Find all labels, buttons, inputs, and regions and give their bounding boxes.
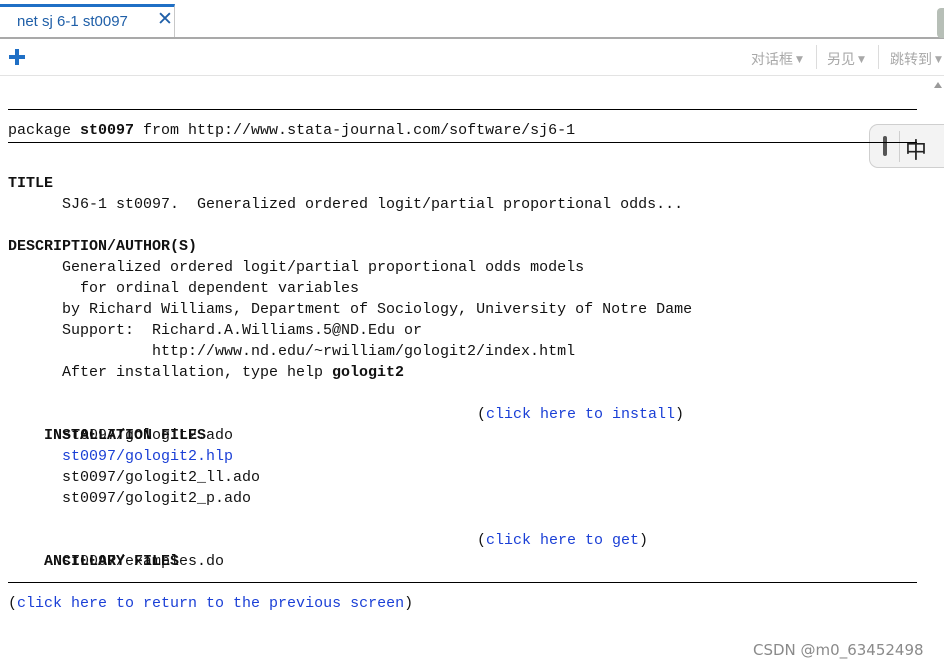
install-file-link: st0097/gologit2.hlp xyxy=(8,446,918,467)
paren-close: ) xyxy=(675,406,685,423)
tab-net-sj-st0097[interactable]: net sj 6-1 st0097 ✕ xyxy=(0,4,175,37)
paren-close: ) xyxy=(404,595,414,612)
paren-open: ( xyxy=(477,532,487,549)
paren-open: ( xyxy=(8,595,18,612)
divider xyxy=(8,142,917,143)
paren-open: ( xyxy=(477,406,487,423)
dialog-menu[interactable]: 对话框 ▼ xyxy=(751,49,803,69)
dialog-menu-label: 对话框 xyxy=(751,52,793,68)
description-heading: DESCRIPTION/AUTHOR(S) xyxy=(8,238,198,255)
chevron-down-icon: ▼ xyxy=(935,55,942,65)
install-link[interactable]: click here to install xyxy=(486,406,675,423)
close-icon[interactable]: ✕ xyxy=(157,10,173,30)
title-heading: TITLE xyxy=(8,175,54,192)
help-hint-prefix: After installation, type help xyxy=(62,364,333,381)
description-line: for ordinal dependent variables xyxy=(80,280,360,297)
get-link[interactable]: click here to get xyxy=(486,532,639,549)
jump-to-menu[interactable]: 跳转到 ▼ xyxy=(890,49,942,69)
tab-bar: net sj 6-1 st0097 ✕ xyxy=(0,0,944,39)
plus-icon[interactable] xyxy=(8,48,26,66)
return-link[interactable]: click here to return to the previous scr… xyxy=(17,595,404,612)
package-name: st0097 xyxy=(80,122,135,139)
ancillary-row: ANCILLARY FILES (click here to get) xyxy=(8,530,918,570)
watermark: CSDN @m0_63452498 xyxy=(753,641,924,659)
installation-row: INSTALLATION FILES (click here to instal… xyxy=(8,404,918,444)
description-line: Generalized ordered logit/partial propor… xyxy=(62,259,585,276)
header-prefix: package xyxy=(8,122,81,139)
package-header: package st0097 from http://www.stata-jou… xyxy=(8,120,918,141)
support-url: http://www.nd.edu/~rwilliam/gologit2/ind… xyxy=(152,343,576,360)
header-mid: from xyxy=(134,122,189,139)
package-source-url: http://www.stata-journal.com/software/sj… xyxy=(188,122,576,139)
also-see-menu-label: 另见 xyxy=(827,52,855,68)
chevron-down-icon: ▼ xyxy=(796,55,803,65)
window-edge-grip xyxy=(937,8,944,38)
help-command: gologit2 xyxy=(332,364,405,381)
install-action: (click here to install) xyxy=(477,404,684,425)
divider xyxy=(8,109,917,110)
divider xyxy=(8,582,917,583)
title-text: SJ6-1 st0097. Generalized ordered logit/… xyxy=(62,196,684,213)
install-file: st0097/gologit2_ll.ado xyxy=(62,469,261,486)
support-line: Support: Richard.A.Williams.5@ND.Edu or xyxy=(62,322,423,339)
install-file: st0097/gologit2_p.ado xyxy=(62,490,252,507)
toolbar-divider xyxy=(816,45,817,69)
hlp-file-link[interactable]: st0097/gologit2.hlp xyxy=(62,448,233,465)
get-action: (click here to get) xyxy=(477,530,648,551)
toolbar-divider xyxy=(878,45,879,69)
viewer-toolbar: 对话框 ▼ 另见 ▼ 跳转到 ▼ xyxy=(0,39,944,76)
paren-close: ) xyxy=(639,532,649,549)
ancillary-file: st0097/examples.do xyxy=(62,553,225,570)
install-file: st0097/gologit2.ado xyxy=(62,427,234,444)
chevron-down-icon: ▼ xyxy=(858,55,865,65)
footer-row: (click here to return to the previous sc… xyxy=(8,593,918,614)
scroll-up-arrow-icon[interactable] xyxy=(934,82,942,88)
tab-label: net sj 6-1 st0097 xyxy=(17,13,128,30)
author-line: by Richard Williams, Department of Socio… xyxy=(62,301,693,318)
help-hint: After installation, type help gologit2 xyxy=(8,362,918,383)
also-see-menu[interactable]: 另见 ▼ xyxy=(827,49,865,69)
viewer-content: package st0097 from http://www.stata-jou… xyxy=(8,109,918,614)
jump-to-menu-label: 跳转到 xyxy=(890,52,932,68)
